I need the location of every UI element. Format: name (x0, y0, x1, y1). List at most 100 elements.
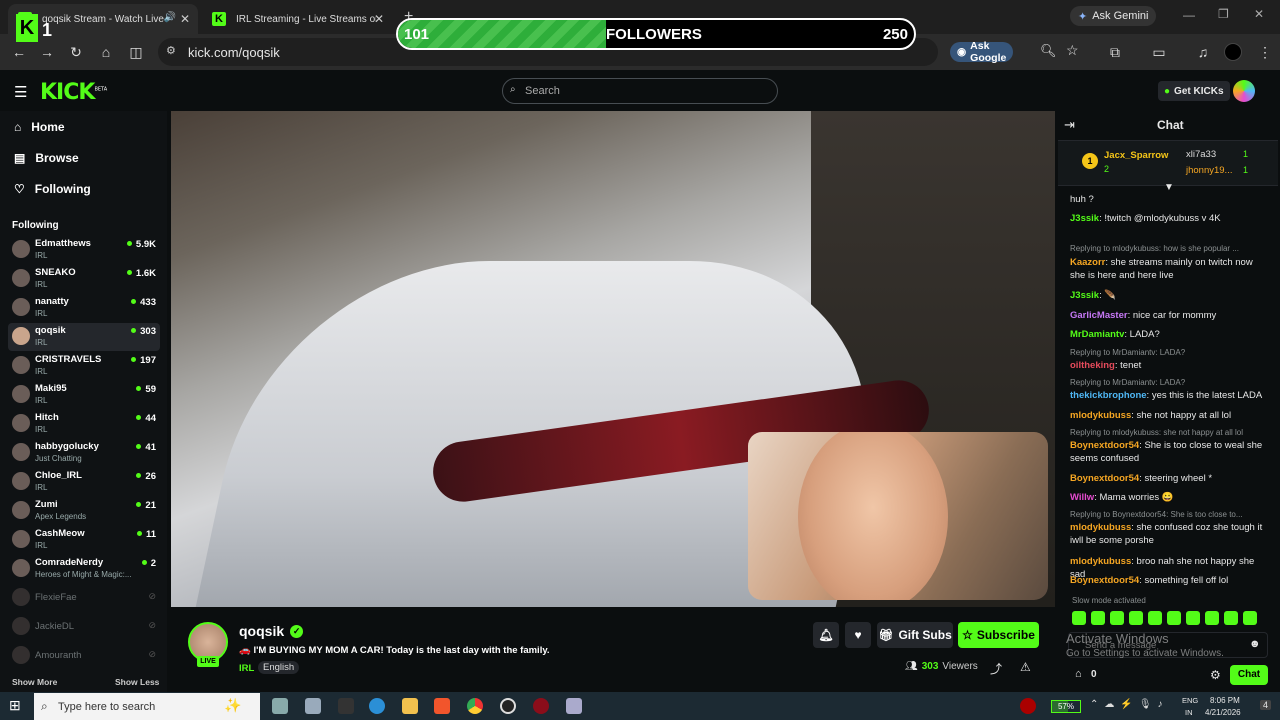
category-link[interactable]: IRL (239, 663, 254, 674)
user-avatar[interactable] (1233, 80, 1255, 102)
chat-settings-icon[interactable]: ⚙ (1210, 668, 1221, 682)
calculator-icon[interactable] (305, 698, 321, 714)
close-tab-icon[interactable]: ✕ (180, 12, 190, 26)
ask-gemini-button[interactable]: ✦ Ask Gemini (1070, 6, 1157, 26)
show-less-button[interactable]: Show Less (115, 677, 159, 687)
nav-following[interactable]: ♡ Following (14, 182, 91, 196)
app-icon[interactable] (533, 698, 549, 714)
app-icon[interactable] (566, 698, 582, 714)
following-item-offline[interactable]: Amouranth ⊘ (8, 642, 160, 670)
report-icon[interactable]: ⚠ (1020, 660, 1031, 674)
battery-indicator[interactable]: 57% (1051, 700, 1081, 713)
close-tab-icon[interactable]: ✕ (374, 12, 384, 26)
nav-home[interactable]: ⌂ Home (14, 120, 65, 134)
chat-username[interactable]: mlodykubuss (1070, 410, 1131, 421)
share-icon[interactable]: ⤴ (990, 660, 1002, 677)
taskbar-search-input[interactable]: ⌕ Type here to search ✨ (34, 693, 260, 720)
hamburger-menu-icon[interactable]: ☰ (14, 83, 27, 101)
restore-icon[interactable]: ❐ (1218, 7, 1229, 21)
notification-bell-button[interactable]: 🔔︎ (813, 622, 839, 648)
following-item[interactable]: CRISTRAVELS IRL 197 (8, 352, 160, 380)
notifications-badge[interactable]: 4 (1260, 700, 1272, 710)
subscribe-button[interactable]: ☆ Subscribe (958, 622, 1039, 648)
leaderboard-second[interactable]: xli7a33 (1186, 149, 1216, 160)
bookmark-star-icon[interactable]: ☆ (1066, 42, 1079, 59)
leaderboard-first[interactable]: Jacx_Sparrow (1104, 150, 1168, 161)
reload-icon[interactable]: ↻ (67, 43, 85, 61)
tray-icons[interactable]: ⌃☁⚡🎙︎♪ (1090, 699, 1169, 710)
chat-username[interactable]: J3ssik (1070, 290, 1099, 301)
chat-username[interactable]: MrDamiantv (1070, 329, 1124, 340)
chat-username[interactable]: mlodykubuss (1070, 522, 1131, 533)
extensions-icon[interactable]: ⧉ (1106, 43, 1124, 61)
kick-logo[interactable]: KICKBETA (40, 80, 107, 105)
following-item-offline[interactable]: JackieDL ⊘ (8, 613, 160, 641)
emote-icon[interactable] (1224, 611, 1238, 625)
show-more-button[interactable]: Show More (12, 677, 57, 687)
site-info-icon[interactable]: ⚙ (166, 44, 176, 57)
chat-username[interactable]: Boynextdoor54 (1070, 440, 1139, 451)
following-item[interactable]: nanatty IRL 433 (8, 294, 160, 322)
chat-username[interactable]: thekickbrophone (1070, 390, 1147, 401)
expand-leaderboard-icon[interactable]: ▼ (1164, 182, 1174, 193)
obs-icon[interactable] (500, 698, 516, 714)
media-icon[interactable]: ♫ (1194, 43, 1212, 61)
following-item[interactable]: Zumi Apex Legends 21 (8, 497, 160, 525)
following-item[interactable]: Chloe_IRL IRL 26 (8, 468, 160, 496)
clock-date[interactable]: 4/21/2026 (1205, 708, 1241, 717)
gift-subs-button[interactable]: 🎁︎ Gift Subs (877, 622, 953, 648)
input-region[interactable]: IN (1185, 708, 1193, 717)
tray-app-icon[interactable] (1020, 698, 1036, 714)
chat-username[interactable]: Willw (1070, 492, 1094, 503)
language-tag[interactable]: English (258, 661, 300, 674)
chat-send-button[interactable]: Chat (1230, 665, 1268, 685)
emote-icon[interactable] (1072, 611, 1086, 625)
task-view-icon[interactable] (272, 698, 288, 714)
get-kicks-button[interactable]: ● Get KICKs (1158, 81, 1230, 101)
emote-icon[interactable] (1110, 611, 1124, 625)
nav-browse[interactable]: ▤ Browse (14, 151, 79, 165)
ask-google-button[interactable]: ◉ Ask Google (950, 40, 1014, 64)
chat-username[interactable]: mlodykubuss (1070, 556, 1131, 567)
close-window-icon[interactable]: ✕ (1254, 7, 1264, 21)
collapse-chat-icon[interactable]: ⇥ (1064, 117, 1075, 133)
chat-username[interactable]: Boynextdoor54 (1070, 575, 1139, 586)
chat-username[interactable]: GarlicMaster (1070, 310, 1128, 321)
following-item[interactable]: habbygolucky Just Chatting 41 (8, 439, 160, 467)
emote-icon[interactable] (1243, 611, 1257, 625)
brave-icon[interactable] (434, 698, 450, 714)
emote-icon[interactable] (1205, 611, 1219, 625)
split-view-icon[interactable]: ◫ (127, 43, 145, 61)
input-language[interactable]: ENG (1182, 696, 1198, 705)
emote-icon[interactable] (1167, 611, 1181, 625)
search-input[interactable]: ⌕ Search (502, 78, 778, 104)
kicks-icon[interactable]: ⌂ (1075, 668, 1082, 680)
following-item-active[interactable]: qoqsik IRL 303 (8, 323, 160, 351)
emote-icon[interactable] (1148, 611, 1162, 625)
following-item[interactable]: SNEAKO IRL 1.6K (8, 265, 160, 293)
tab-irl-streaming[interactable]: K IRL Streaming - Live Streams on Kick ✕ (202, 4, 392, 34)
windows-start-icon[interactable]: ⊞ (9, 697, 21, 714)
home-icon[interactable]: ⌂ (97, 43, 115, 61)
channel-name[interactable]: qoqsik (239, 623, 284, 639)
leaderboard-third[interactable]: jhonny19... (1186, 165, 1232, 176)
cast-icon[interactable]: ▭ (1150, 43, 1168, 61)
file-explorer-icon[interactable] (402, 698, 418, 714)
profile-avatar[interactable] (1224, 43, 1242, 61)
following-item[interactable]: Edmatthews IRL 5.9K (8, 236, 160, 264)
following-item[interactable]: Maki95 IRL 59 (8, 381, 160, 409)
emote-icon[interactable] (1186, 611, 1200, 625)
following-item[interactable]: ComradeNerdy Heroes of Might & Magic:... 2 (8, 555, 160, 583)
clock-time[interactable]: 8:06 PM (1210, 696, 1240, 705)
chat-username[interactable]: oiltheking (1070, 360, 1115, 371)
zoom-icon[interactable]: 🔍︎ (1040, 43, 1057, 59)
chat-username[interactable]: Boynextdoor54 (1070, 473, 1139, 484)
edge-icon[interactable] (369, 698, 385, 714)
terminal-icon[interactable] (338, 698, 354, 714)
emote-icon[interactable] (1091, 611, 1105, 625)
emoji-picker-icon[interactable]: ☻ (1249, 638, 1261, 650)
emote-icon[interactable] (1129, 611, 1143, 625)
chrome-icon[interactable] (467, 698, 483, 714)
chat-username[interactable]: Kaazorr (1070, 257, 1105, 268)
follow-heart-button[interactable]: ♥ (845, 622, 871, 648)
